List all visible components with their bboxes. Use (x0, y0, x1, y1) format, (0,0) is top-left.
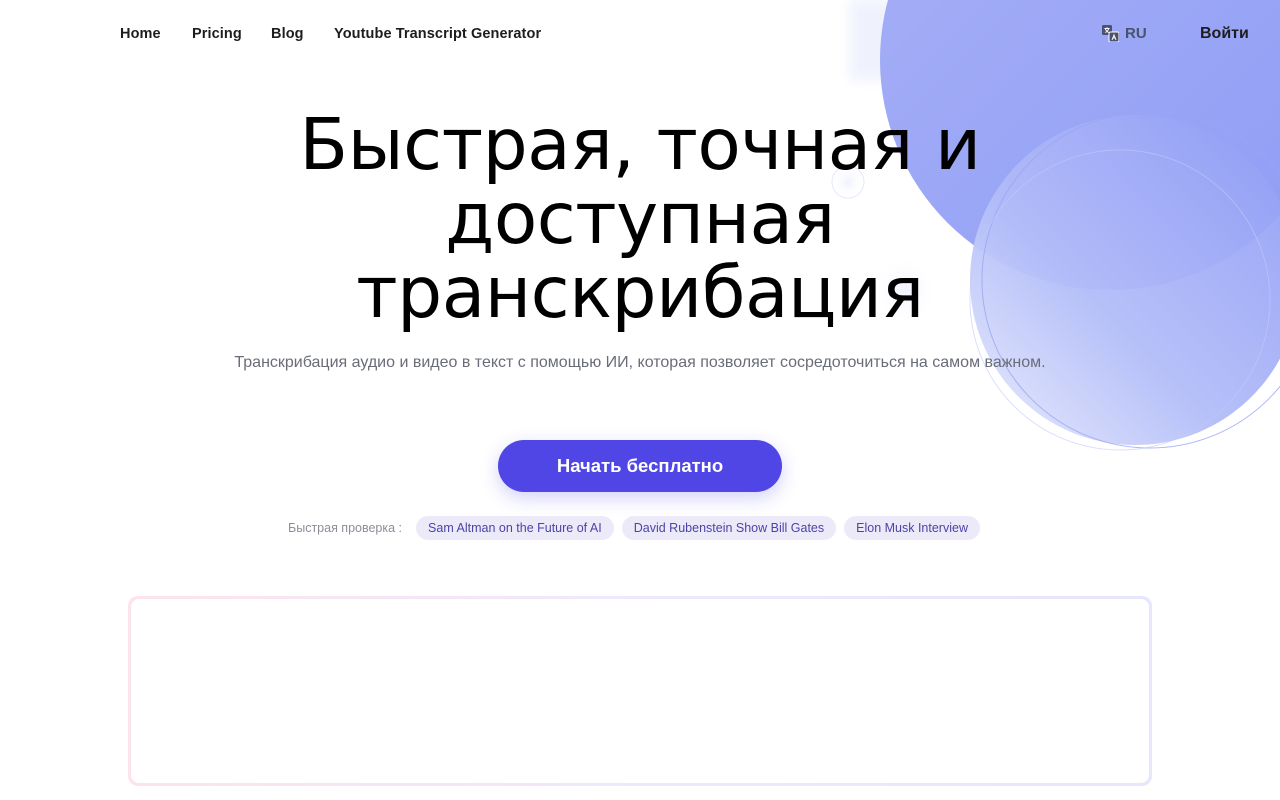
quick-check-chip[interactable]: Elon Musk Interview (844, 516, 980, 540)
page: Home Pricing Blog Youtube Transcript Gen… (0, 0, 1280, 800)
hero-title: Быстрая, точная и доступная транскрибаци… (299, 103, 981, 334)
top-nav: Home Pricing Blog Youtube Transcript Gen… (0, 0, 1280, 72)
hero-subtitle: Транскрибация аудио и видео в текст с по… (234, 354, 1046, 371)
quick-check-chip[interactable]: Sam Altman on the Future of AI (416, 516, 614, 540)
preview-panel (131, 599, 1149, 783)
login-link[interactable]: Войти (1200, 25, 1249, 43)
translate-icon (1102, 25, 1119, 42)
language-code: RU (1125, 25, 1147, 42)
nav-youtube-transcript-link[interactable]: Youtube Transcript Generator (334, 26, 541, 42)
nav-pricing-link[interactable]: Pricing (192, 26, 242, 42)
preview-panel-border (128, 596, 1152, 786)
language-switcher[interactable]: RU (1102, 25, 1147, 42)
quick-check-chip[interactable]: David Rubenstein Show Bill Gates (621, 516, 837, 540)
start-free-button[interactable]: Начать бесплатно (498, 440, 782, 492)
nav-blog-link[interactable]: Blog (271, 26, 304, 42)
quick-check-label: Быстрая проверка : (288, 521, 403, 535)
nav-home-link[interactable]: Home (120, 26, 161, 42)
quick-check: Быстрая проверка : Sam Altman on the Fut… (288, 516, 980, 540)
